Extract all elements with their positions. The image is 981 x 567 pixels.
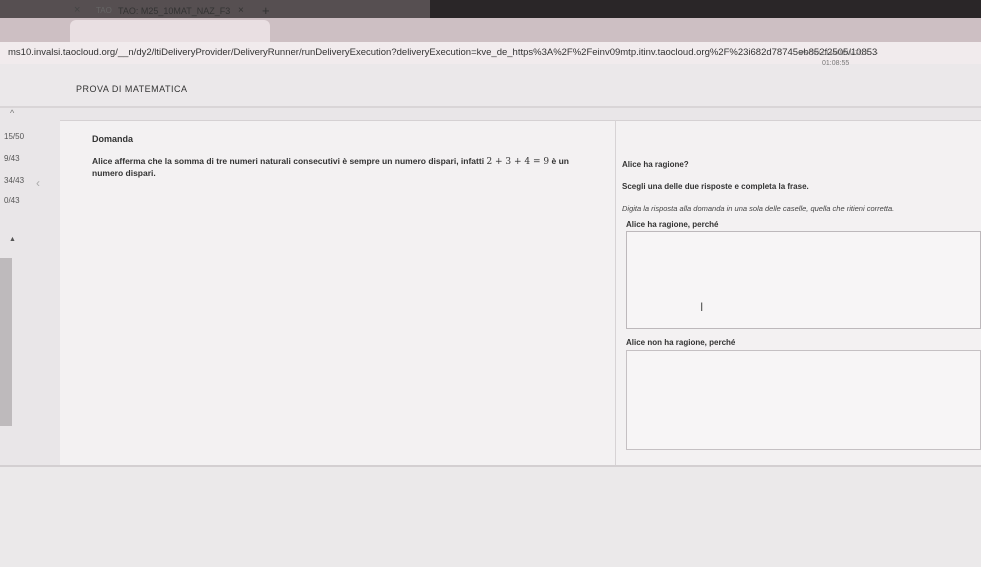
tab-favicon: TAO	[96, 6, 112, 15]
url-text[interactable]: ms10.invalsi.taocloud.org/__n/dy2/ltiDel…	[8, 47, 878, 58]
option2-label: Alice non ha ragione, perché	[626, 338, 736, 347]
chevron-left-icon[interactable]: ‹	[36, 176, 40, 190]
question-text-end: è un	[551, 156, 569, 166]
question-heading: Domanda	[92, 134, 134, 144]
option1-label: Alice ha ragione, perché	[626, 220, 719, 229]
option1-input[interactable]	[626, 231, 981, 329]
question-text-start: Alice afferma che la somma di tre numeri…	[92, 156, 485, 166]
answer-instruction: Scegli una delle due risposte e completa…	[622, 182, 809, 191]
text-cursor-icon: I	[700, 300, 704, 314]
scroll-up-icon[interactable]: ▲	[9, 236, 16, 243]
answer-hint: Digita la risposta alla domanda in una s…	[622, 204, 895, 213]
progress-item[interactable]: 9/43	[4, 154, 20, 163]
timer-label: PROVA DI MATEMATICA	[800, 51, 869, 57]
question-math: 2 + 3 + 4 = 9	[486, 157, 550, 167]
question-text-line2: numero dispari.	[92, 168, 156, 178]
page-footer-area	[0, 465, 981, 567]
tab-close-icon[interactable]: ×	[238, 5, 244, 16]
question-text: Alice afferma che la somma di tre numeri…	[92, 156, 569, 167]
progress-item[interactable]: 0/43	[4, 196, 20, 205]
option2-input[interactable]	[626, 350, 981, 450]
tab-title[interactable]: TAO: M25_10MAT_NAZ_F3	[118, 6, 230, 16]
close-icon[interactable]: ×	[74, 4, 80, 16]
new-tab-button[interactable]: +	[262, 3, 270, 18]
browser-tab[interactable]	[70, 20, 270, 42]
app-header: PROVA DI MATEMATICA	[0, 64, 981, 108]
tab-strip	[0, 18, 981, 42]
chevron-up-icon[interactable]: ^	[10, 108, 14, 118]
progress-item[interactable]: 34/43	[4, 176, 24, 185]
scrollbar-handle[interactable]	[0, 258, 12, 426]
timer-value: 01:08:55	[822, 60, 850, 67]
answer-question: Alice ha ragione?	[622, 160, 689, 169]
progress-item[interactable]: 15/50	[4, 132, 24, 141]
page-title: PROVA DI MATEMATICA	[76, 84, 188, 94]
